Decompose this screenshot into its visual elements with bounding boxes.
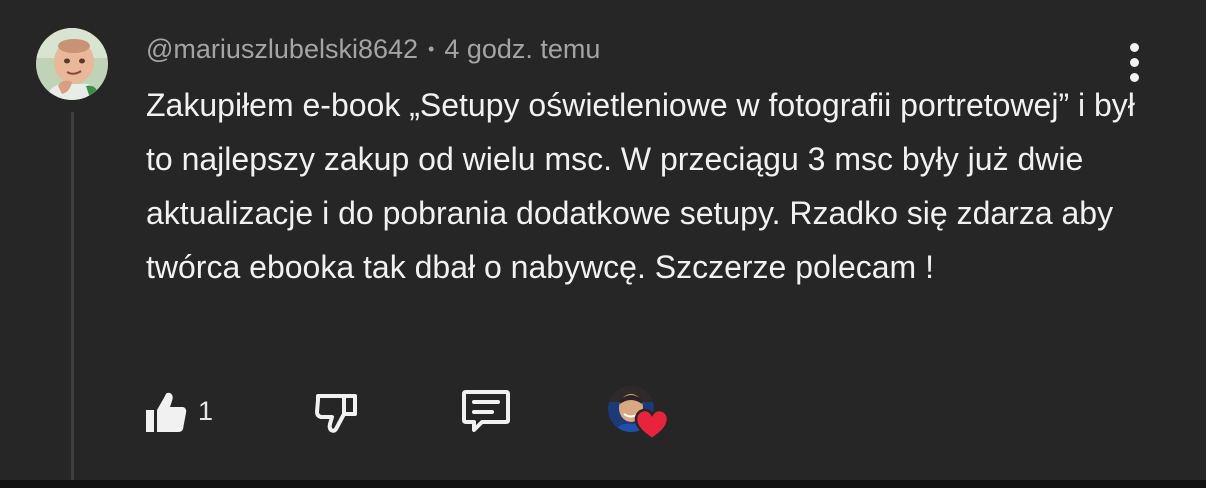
- thread-line: [71, 112, 74, 488]
- creator-heart-badge: [608, 386, 674, 444]
- comment-actions: 1: [140, 380, 700, 442]
- like-button[interactable]: 1: [144, 380, 213, 442]
- author-name[interactable]: @mariuszlubelski8642: [146, 34, 418, 65]
- heart-icon: [634, 408, 670, 441]
- comment-text: Zakupiłem e-book „Setupy oświetleniowe w…: [146, 87, 1135, 285]
- more-vertical-icon: [1129, 42, 1139, 52]
- thumbs-up-icon: [146, 392, 187, 432]
- dislike-button[interactable]: [314, 380, 360, 442]
- more-vertical-icon-dot: [1129, 57, 1139, 67]
- header-separator: •: [428, 39, 435, 59]
- baby-avatar-image: [36, 28, 108, 100]
- reply-button[interactable]: [460, 380, 512, 442]
- comment-icon: [462, 390, 510, 432]
- like-count: 1: [198, 395, 214, 426]
- bottom-divider: [0, 480, 1206, 488]
- thumbs-down-icon: [315, 394, 357, 433]
- comment-header: @mariuszlubelski8642 • 4 godz. temu: [146, 32, 600, 66]
- comment-timestamp[interactable]: 4 godz. temu: [444, 34, 600, 65]
- author-avatar[interactable]: [36, 28, 108, 100]
